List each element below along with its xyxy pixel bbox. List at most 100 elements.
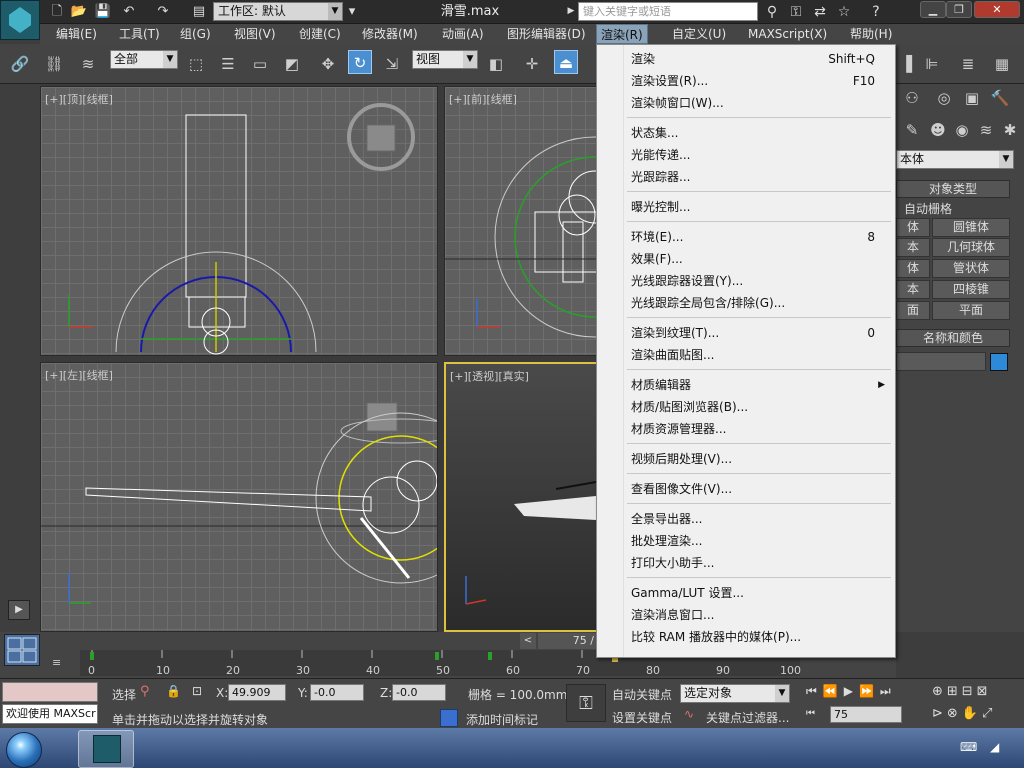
taskbar-3dsmax-app[interactable] <box>78 730 134 768</box>
select-by-name-icon[interactable]: ☰ <box>216 52 240 76</box>
menu-item-render-message-window[interactable]: 渲染消息窗口... <box>597 604 895 626</box>
object-name-input[interactable] <box>896 352 986 371</box>
menu-item-rendered-frame-window[interactable]: 渲染帧窗口(W)... <box>597 92 895 114</box>
y-coordinate-input[interactable]: -0.0 <box>310 684 364 701</box>
absolute-mode-icon[interactable]: ⊡ <box>192 684 206 700</box>
viewport-nav-controls-2[interactable]: ⊳⊗✋⤢ <box>932 706 1022 724</box>
key-filters-button[interactable]: 关键点过滤器... <box>706 709 789 726</box>
menu-item-video-post[interactable]: 视频后期处理(V)... <box>597 448 895 470</box>
search-input[interactable]: 键入关键字或短语 <box>578 2 758 21</box>
menu-create[interactable]: 创建(C) <box>295 24 345 44</box>
plane-button[interactable]: 平面 <box>932 301 1010 320</box>
close-button[interactable]: ✕ <box>974 1 1020 18</box>
x-coordinate-input[interactable]: 49.909 <box>228 684 286 701</box>
time-tag-icon[interactable] <box>440 709 458 727</box>
time-slider[interactable]: 75 / <box>538 633 598 649</box>
menu-item-exposure-control[interactable]: 曝光控制... <box>597 196 895 218</box>
rectangular-selection-icon[interactable]: ▭ <box>248 52 272 76</box>
menu-item-material-explorer[interactable]: 材质资源管理器... <box>597 418 895 440</box>
viewport-left[interactable]: [+][左][线框] <box>40 362 438 632</box>
menu-edit[interactable]: 编辑(E) <box>52 24 101 44</box>
prev-frame-icon[interactable]: < <box>520 633 536 649</box>
favorites-star-icon[interactable]: ☆ <box>834 2 854 22</box>
menu-item-light-tracer[interactable]: 光跟踪器... <box>597 166 895 188</box>
z-coordinate-input[interactable]: -0.0 <box>392 684 446 701</box>
menu-animation[interactable]: 动画(A) <box>438 24 488 44</box>
save-file-icon[interactable]: 💾 <box>94 3 112 20</box>
menu-modifiers[interactable]: 修改器(M) <box>358 24 422 44</box>
menu-help[interactable]: 帮助(H) <box>846 24 896 44</box>
menu-item-radiosity[interactable]: 光能传递... <box>597 144 895 166</box>
mini-curve-editor-icon[interactable]: ≡ <box>52 656 70 670</box>
menu-item-effects[interactable]: 效果(F)... <box>597 248 895 270</box>
maxscript-listener-pink[interactable] <box>2 682 98 702</box>
set-key-button[interactable]: 设置关键点 <box>612 709 672 726</box>
menu-group[interactable]: 组(G) <box>176 24 215 44</box>
auto-grid-checkbox[interactable]: 自动栅格 <box>904 200 952 217</box>
rotate-icon[interactable]: ↻ <box>348 50 372 74</box>
torus-button[interactable]: 本 <box>896 280 930 299</box>
align-icon[interactable]: ⊫ <box>920 52 944 76</box>
scale-icon[interactable]: ⇲ <box>380 52 404 76</box>
key-target-dropdown[interactable]: 选定对象 ▼ <box>680 684 790 703</box>
menu-item-gamma-lut-setup[interactable]: Gamma/LUT 设置... <box>597 582 895 604</box>
spacewarps-icon[interactable]: ≋ <box>974 118 998 142</box>
expand-arrow-icon[interactable]: ▶ <box>565 3 577 20</box>
keyboard-shortcut-override-icon[interactable]: ⏏ <box>554 50 578 74</box>
chevron-down-icon[interactable]: ▾ <box>346 3 358 20</box>
viewport-layout-icon[interactable] <box>4 634 40 666</box>
utilities-tab-icon[interactable]: 🔨 <box>988 86 1012 110</box>
menu-rendering[interactable]: 渲染(R) <box>596 24 648 44</box>
motion-tab-icon[interactable]: ◎ <box>932 86 956 110</box>
unlink-icon[interactable]: ⛓ <box>42 52 66 76</box>
box-button[interactable]: 体 <box>896 218 930 237</box>
menu-item-batch-render[interactable]: 批处理渲染... <box>597 530 895 552</box>
cylinder-button[interactable]: 体 <box>896 259 930 278</box>
binoculars-icon[interactable]: ⚲ <box>762 2 782 22</box>
menu-customize[interactable]: 自定义(U) <box>668 24 730 44</box>
restore-button[interactable]: ❐ <box>946 1 972 18</box>
pivot-center-icon[interactable]: ◧ <box>484 52 508 76</box>
menu-item-compare-ram-player[interactable]: 比较 RAM 播放器中的媒体(P)... <box>597 626 895 648</box>
helpers-icon[interactable]: ◉ <box>950 118 974 142</box>
expand-ribbon-icon[interactable]: ▶ <box>8 600 30 620</box>
menu-item-environment[interactable]: 环境(E)... 8 <box>597 226 895 248</box>
window-crossing-icon[interactable]: ◩ <box>280 52 304 76</box>
menu-maxscript[interactable]: MAXScript(X) <box>744 24 831 44</box>
new-file-icon[interactable]: 🗋 <box>48 3 66 20</box>
selection-filter-dropdown[interactable]: 全部 ▼ <box>110 50 178 69</box>
help-icon[interactable]: ? <box>866 2 886 22</box>
menu-item-state-sets[interactable]: 状态集... <box>597 122 895 144</box>
menu-item-material-editor[interactable]: 材质编辑器 ▶ <box>597 374 895 396</box>
lights-icon[interactable]: ✎ <box>900 118 924 142</box>
isolate-selection-icon[interactable]: ⚲ <box>140 684 154 700</box>
menu-item-render-to-texture[interactable]: 渲染到纹理(T)... 0 <box>597 322 895 344</box>
hierarchy-tab-icon[interactable]: ⚇ <box>900 86 924 110</box>
menu-graph-editors[interactable]: 图形编辑器(D) <box>503 24 590 44</box>
current-frame-input[interactable]: 75 <box>830 706 902 723</box>
menu-item-render-surface-map[interactable]: 渲染曲面贴图... <box>597 344 895 366</box>
sphere-button[interactable]: 本 <box>896 238 930 257</box>
menu-tools[interactable]: 工具(T) <box>115 24 164 44</box>
menu-item-view-image-file[interactable]: 查看图像文件(V)... <box>597 478 895 500</box>
open-file-icon[interactable]: 📂 <box>70 3 88 20</box>
layer-manager-icon[interactable]: ≣ <box>956 52 980 76</box>
menu-item-raytracer-settings[interactable]: 光线跟踪器设置(Y)... <box>597 270 895 292</box>
name-color-rollout-header[interactable]: 名称和颜色 <box>896 329 1010 347</box>
cone-button[interactable]: 圆锥体 <box>932 218 1010 237</box>
maxscript-mini-listener[interactable]: 欢迎使用 MAXScr <box>2 704 98 724</box>
teapot-button[interactable]: 面 <box>896 301 930 320</box>
select-object-icon[interactable]: ⬚ <box>184 52 208 76</box>
menu-item-panorama-exporter[interactable]: 全景导出器... <box>597 508 895 530</box>
display-tab-icon[interactable]: ▣ <box>960 86 984 110</box>
graphite-tools-icon[interactable]: ▦ <box>990 52 1014 76</box>
menu-item-render-setup[interactable]: 渲染设置(R)... F10 <box>597 70 895 92</box>
category-dropdown[interactable]: 本体 ▼ <box>896 150 1014 169</box>
object-type-rollout-header[interactable]: 对象类型 <box>896 180 1010 198</box>
viewport-nav-controls[interactable]: ⊕⊞⊟⊠ <box>932 684 1022 702</box>
add-time-tag[interactable]: 添加时间标记 <box>466 711 538 728</box>
network-tray-icon[interactable]: ◢ <box>990 740 1010 754</box>
systems-icon[interactable]: ✱ <box>998 118 1022 142</box>
redo-icon[interactable]: ↷ <box>154 3 172 20</box>
minimize-button[interactable]: ▁ <box>920 1 946 18</box>
